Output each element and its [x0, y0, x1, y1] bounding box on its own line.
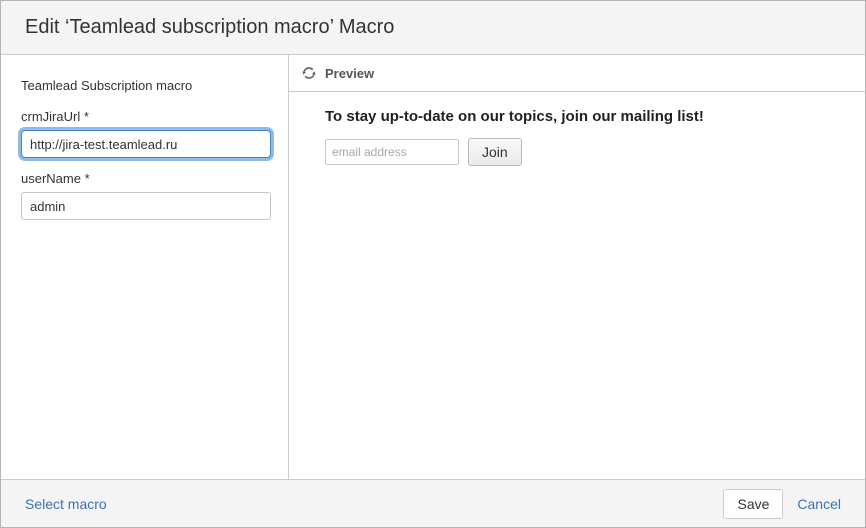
- email-input[interactable]: [325, 139, 459, 165]
- field-crmjiraurl: crmJiraUrl *: [21, 109, 268, 158]
- cancel-link[interactable]: Cancel: [797, 496, 841, 512]
- preview-header: Preview: [289, 55, 865, 92]
- dialog-footer: Select macro Save Cancel: [1, 479, 865, 527]
- preview-content: To stay up-to-date on our topics, join o…: [289, 92, 865, 166]
- username-input[interactable]: [21, 192, 271, 220]
- join-row: Join: [325, 138, 841, 166]
- save-button[interactable]: Save: [723, 489, 783, 519]
- macro-name-heading: Teamlead Subscription macro: [21, 78, 268, 93]
- macro-edit-dialog: Edit ‘Teamlead subscription macro’ Macro…: [0, 0, 866, 528]
- preview-title: Preview: [325, 66, 374, 81]
- dialog-header: Edit ‘Teamlead subscription macro’ Macro: [1, 1, 865, 55]
- preview-panel: Preview To stay up-to-date on our topics…: [289, 55, 865, 479]
- username-label: userName *: [21, 171, 268, 186]
- footer-actions: Save Cancel: [723, 489, 841, 519]
- macro-params-panel: Teamlead Subscription macro crmJiraUrl *…: [1, 55, 289, 479]
- crmjiraurl-input[interactable]: [21, 130, 271, 158]
- dialog-body: Teamlead Subscription macro crmJiraUrl *…: [1, 55, 865, 479]
- join-button[interactable]: Join: [468, 138, 522, 166]
- field-username: userName *: [21, 171, 268, 220]
- subscription-heading: To stay up-to-date on our topics, join o…: [325, 108, 841, 125]
- crmjiraurl-label: crmJiraUrl *: [21, 109, 268, 124]
- select-macro-link[interactable]: Select macro: [25, 496, 107, 512]
- dialog-title: Edit ‘Teamlead subscription macro’ Macro: [25, 16, 394, 39]
- refresh-icon[interactable]: [301, 65, 317, 81]
